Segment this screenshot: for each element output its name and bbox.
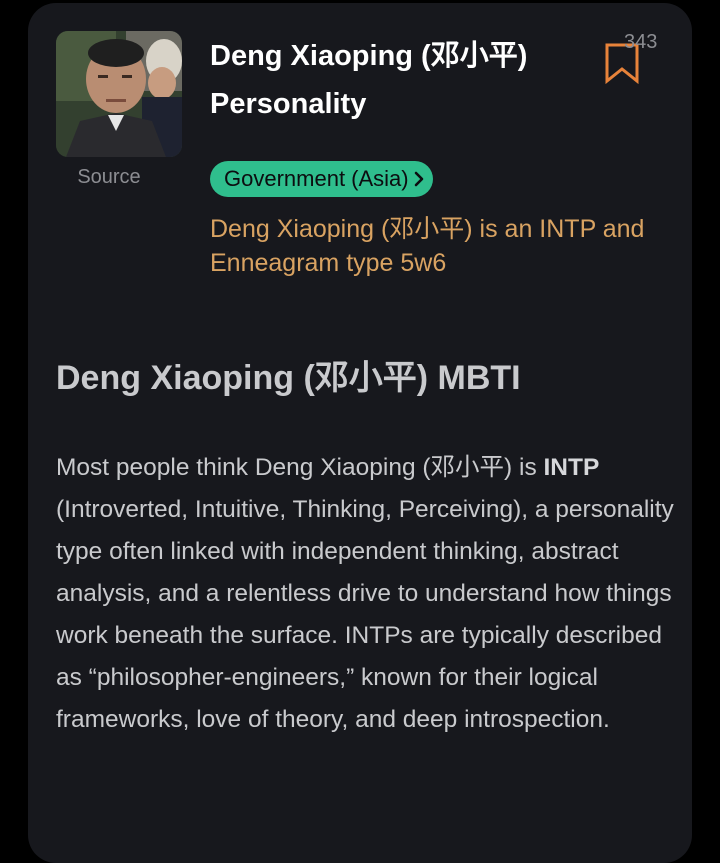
- page-title: Deng Xiaoping (邓小平) Personality: [210, 40, 528, 120]
- mbti-section-heading: Deng Xiaoping (邓小平) MBTI: [56, 359, 521, 397]
- mbti-description: Most people think Deng Xiaoping (邓小平) is…: [56, 447, 676, 741]
- personality-summary: Deng Xiaoping (邓小平) is an INTP and Ennea…: [210, 215, 645, 277]
- photo-source-link[interactable]: Source: [56, 166, 162, 189]
- chevron-right-icon: [414, 171, 423, 187]
- category-tag[interactable]: Government (Asia): [210, 161, 433, 197]
- mbti-type: INTP: [543, 454, 600, 481]
- description-rest: (Introverted, Intuitive, Thinking, Perce…: [56, 496, 674, 733]
- profile-photo[interactable]: [56, 31, 182, 157]
- category-label: Government (Asia): [224, 166, 409, 191]
- bookmark-count: 343: [624, 31, 658, 53]
- description-lead: Most people think Deng Xiaoping (邓小平) is: [56, 454, 544, 481]
